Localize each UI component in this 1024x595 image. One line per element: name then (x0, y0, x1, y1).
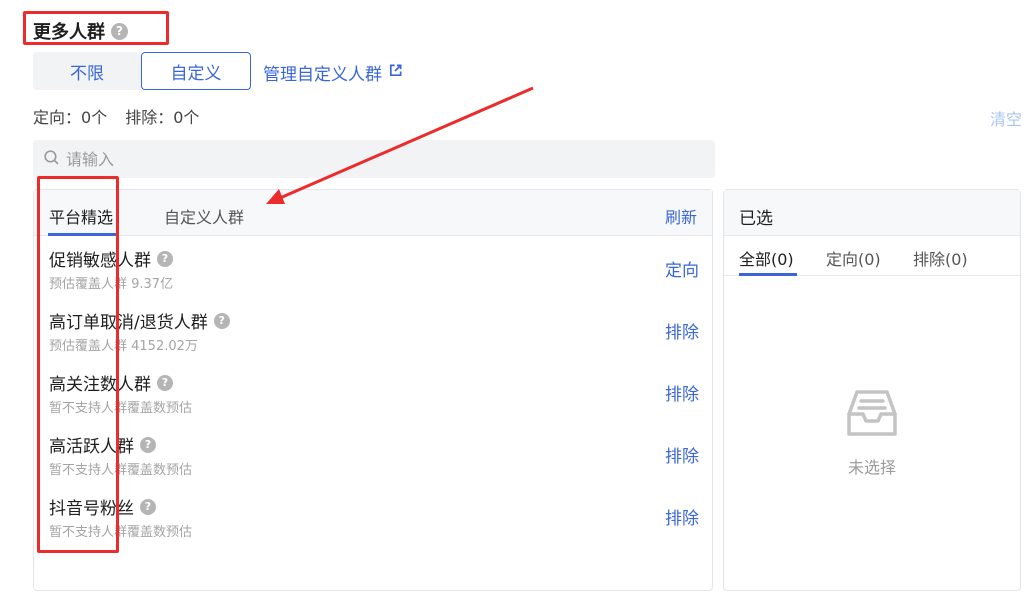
list-item-name: 高关注数人群 (49, 375, 151, 395)
list-item-name: 高订单取消/退货人群 (49, 313, 208, 333)
tab-target[interactable]: 定向(0) (826, 246, 881, 270)
list-item-coverage: 暂不支持人群覆盖数预估 (49, 401, 193, 416)
manage-custom-audience-link[interactable]: 管理自定义人群 (263, 60, 403, 85)
search-input[interactable] (66, 149, 666, 169)
target-summary: 定向：0个 (33, 108, 108, 127)
refresh-button[interactable]: 刷新 (665, 204, 697, 228)
external-link-icon (388, 63, 403, 83)
tab-exclude[interactable]: 排除(0) (913, 246, 968, 270)
exclude-summary: 排除：0个 (125, 108, 200, 127)
list-item: 高订单取消/退货人群? 预估覆盖人群 4152.02万 排除 (49, 308, 699, 364)
selected-tabs-bar: 全部(0) 定向(0) 排除(0) (724, 236, 1020, 276)
exclude-button[interactable]: 排除 (665, 504, 699, 529)
tab-platform-picks[interactable]: 平台精选 (49, 204, 113, 228)
selection-summary: 定向：0个 排除：0个 (33, 104, 199, 128)
selected-panel-header: 已选 (724, 190, 1020, 236)
section-title: 更多人群 ? (33, 18, 128, 44)
selected-panel: 已选 全部(0) 定向(0) 排除(0) 未选择 (723, 189, 1021, 591)
tab-custom-audience[interactable]: 自定义人群 (164, 204, 244, 228)
exclude-button[interactable]: 排除 (665, 442, 699, 467)
list-item-name: 高活跃人群 (49, 437, 134, 457)
inbox-icon (845, 388, 899, 444)
target-button[interactable]: 定向 (665, 256, 699, 281)
empty-state-text: 未选择 (847, 458, 896, 477)
tab-all[interactable]: 全部(0) (739, 246, 794, 270)
question-circle-icon[interactable]: ? (140, 436, 156, 453)
clear-button[interactable]: 清空 (990, 106, 1022, 130)
question-circle-icon[interactable]: ? (140, 498, 156, 515)
list-item-coverage: 预估覆盖人群 4152.02万 (49, 339, 198, 354)
list-item-coverage: 暂不支持人群覆盖数预估 (49, 463, 193, 478)
list-item: 高活跃人群? 暂不支持人群覆盖数预估 排除 (49, 432, 699, 488)
list-item-name: 促销敏感人群 (49, 251, 151, 271)
exclude-button[interactable]: 排除 (665, 380, 699, 405)
audience-list-panel: 平台精选 自定义人群 刷新 促销敏感人群? 预估覆盖人群 9.37亿 定向 高订… (33, 189, 713, 591)
list-item: 抖音号粉丝? 暂不支持人群覆盖数预估 排除 (49, 494, 699, 550)
question-circle-icon[interactable]: ? (157, 250, 173, 267)
search-icon (43, 149, 60, 170)
exclude-button[interactable]: 排除 (665, 318, 699, 343)
section-title-text: 更多人群 (33, 22, 105, 43)
manage-link-label: 管理自定义人群 (263, 65, 382, 85)
question-circle-icon[interactable]: ? (213, 312, 230, 329)
list-item-coverage: 暂不支持人群覆盖数预估 (49, 525, 193, 540)
list-item-coverage: 预估覆盖人群 9.37亿 (49, 277, 174, 292)
selected-panel-title: 已选 (739, 209, 773, 229)
search-box[interactable] (33, 140, 715, 178)
list-item: 促销敏感人群? 预估覆盖人群 9.37亿 定向 (49, 246, 699, 302)
list-item: 高关注数人群? 暂不支持人群覆盖数预估 排除 (49, 370, 699, 426)
active-tab-indicator (739, 273, 797, 276)
list-item-name: 抖音号粉丝 (49, 499, 134, 519)
question-circle-icon[interactable]: ? (111, 22, 128, 40)
segment-unlimited-button[interactable]: 不限 (33, 52, 141, 90)
active-tab-indicator (48, 233, 116, 236)
question-circle-icon[interactable]: ? (157, 374, 173, 391)
segment-custom-button[interactable]: 自定义 (141, 52, 251, 90)
audience-tabs-bar: 平台精选 自定义人群 刷新 (34, 190, 712, 236)
